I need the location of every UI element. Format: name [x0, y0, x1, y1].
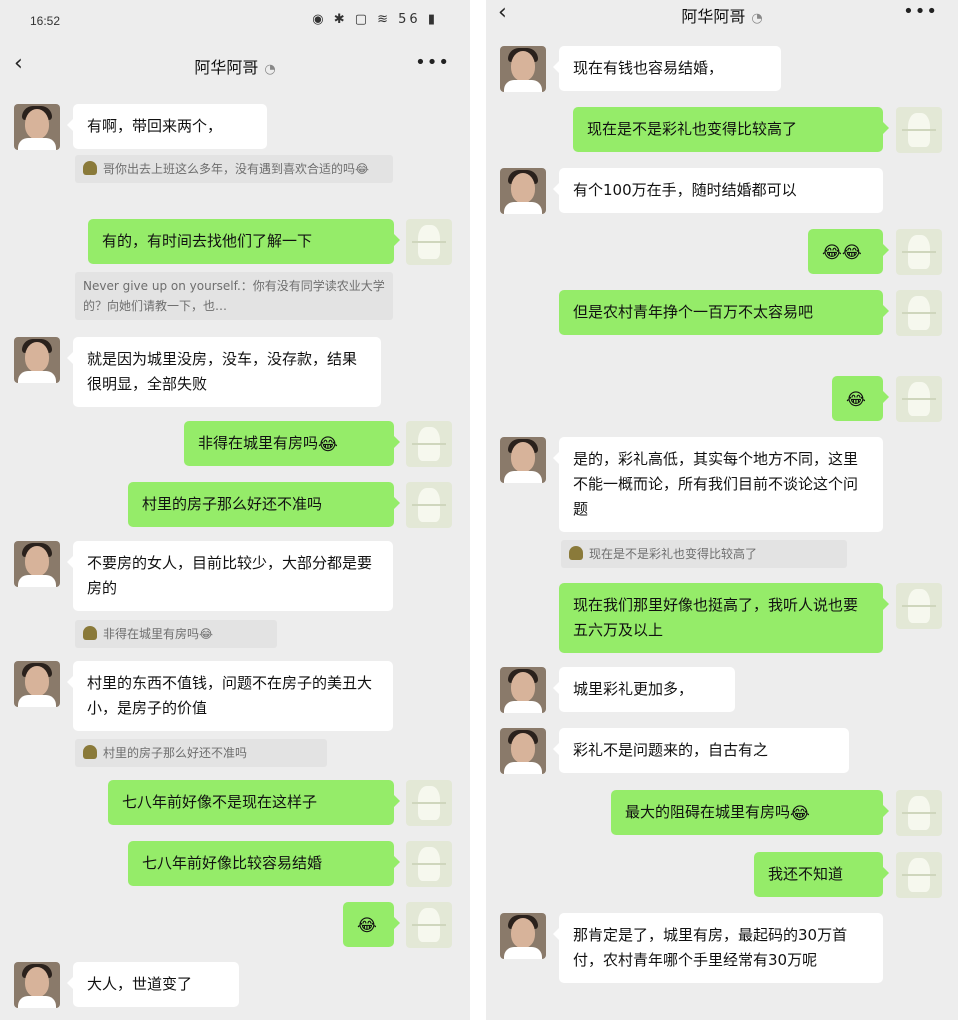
- message-text: 最大的阻碍在城里有房吗: [625, 803, 791, 821]
- message-bubble-sent[interactable]: 七八年前好像比较容易结婚: [128, 841, 400, 886]
- chat-screen-left: 16:52 ◉ ✱ ▢ ≋ 56 ▮ ‹ 阿华阿哥 ◔ ••• 有啊，带回来两个，…: [0, 0, 470, 1020]
- my-avatar[interactable]: [406, 841, 452, 887]
- my-avatar[interactable]: [896, 290, 942, 336]
- message-bubble-received[interactable]: 有啊，带回来两个，: [67, 104, 267, 149]
- my-avatar[interactable]: [896, 790, 942, 836]
- ear-icon: ◔: [264, 62, 276, 77]
- quoted-text: 哥你出去上班这么多年，没有遇到喜欢合适的吗😂: [103, 162, 370, 176]
- laugh-cry-emoji-icon: 😂: [846, 390, 866, 410]
- chat-title-text: 阿华阿哥: [681, 7, 746, 26]
- message-bubble-received[interactable]: 有个100万在手，随时结婚都可以: [553, 168, 883, 213]
- contact-avatar[interactable]: [500, 667, 546, 713]
- my-avatar[interactable]: [896, 107, 942, 153]
- message-bubble-sent[interactable]: 现在是不是彩礼也变得比较高了: [573, 107, 889, 152]
- contact-avatar[interactable]: [500, 168, 546, 214]
- laugh-cry-emoji-icon: 😂: [790, 804, 810, 824]
- status-time: 16:52: [30, 14, 61, 28]
- quoted-reply[interactable]: 哥你出去上班这么多年，没有遇到喜欢合适的吗😂: [75, 155, 393, 183]
- message-bubble-sent[interactable]: 村里的房子那么好还不准吗: [128, 482, 400, 527]
- chat-title: 阿华阿哥 ◔: [486, 3, 958, 27]
- quote-avatar-icon: [83, 745, 97, 759]
- quoted-text: Never give up on yourself.：你有没有同学读农业大学的？…: [83, 279, 385, 313]
- my-avatar[interactable]: [896, 229, 942, 275]
- chat-screen-right: ‹ 阿华阿哥 ◔ ••• 现在有钱也容易结婚， 现在是不是彩礼也变得比较高了 有个…: [486, 0, 958, 1020]
- quoted-reply[interactable]: 现在是不是彩礼也变得比较高了: [561, 540, 847, 568]
- message-bubble-received[interactable]: 彩礼不是问题来的，自古有之: [553, 728, 849, 773]
- more-options-icon[interactable]: •••: [903, 1, 938, 22]
- message-bubble-received[interactable]: 是的，彩礼高低，其实每个地方不同，这里不能一概而论，所有我们目前不谈论这个问题: [553, 437, 883, 532]
- message-bubble-sent[interactable]: 最大的阻碍在城里有房吗😂: [611, 790, 889, 835]
- message-bubble-received[interactable]: 现在有钱也容易结婚，: [553, 46, 781, 91]
- laugh-cry-emoji-icon: 😂: [318, 435, 338, 455]
- my-avatar[interactable]: [406, 780, 452, 826]
- message-bubble-received[interactable]: 不要房的女人，目前比较少，大部分都是要房的: [67, 541, 393, 611]
- my-avatar[interactable]: [896, 376, 942, 422]
- my-avatar[interactable]: [406, 482, 452, 528]
- my-avatar[interactable]: [406, 902, 452, 948]
- message-bubble-received[interactable]: 那肯定是了，城里有房，最起码的30万首付，农村青年哪个手里经常有30万呢: [553, 913, 883, 983]
- message-bubble-sent[interactable]: 😂: [832, 376, 889, 421]
- message-bubble-sent[interactable]: 非得在城里有房吗😂: [184, 421, 400, 466]
- contact-avatar[interactable]: [500, 913, 546, 959]
- status-icons: ◉ ✱ ▢ ≋ 56 ▮: [312, 12, 438, 27]
- contact-avatar[interactable]: [14, 337, 60, 383]
- my-avatar[interactable]: [896, 583, 942, 629]
- contact-avatar[interactable]: [14, 962, 60, 1008]
- contact-avatar[interactable]: [14, 104, 60, 150]
- contact-avatar[interactable]: [14, 661, 60, 707]
- quote-avatar-icon: [83, 626, 97, 640]
- message-text: 非得在城里有房吗: [198, 434, 319, 452]
- message-bubble-sent[interactable]: 但是农村青年挣个一百万不太容易吧: [559, 290, 889, 335]
- message-bubble-sent[interactable]: 😂: [343, 902, 400, 947]
- contact-avatar[interactable]: [500, 46, 546, 92]
- contact-avatar[interactable]: [500, 728, 546, 774]
- laugh-cry-emoji-icon: 😂: [357, 916, 377, 936]
- chat-title: 阿华阿哥 ◔: [0, 54, 470, 78]
- quoted-reply[interactable]: Never give up on yourself.：你有没有同学读农业大学的？…: [75, 272, 393, 320]
- my-avatar[interactable]: [406, 421, 452, 467]
- message-bubble-sent[interactable]: 我还不知道: [754, 852, 889, 897]
- status-bar: 16:52 ◉ ✱ ▢ ≋ 56 ▮: [0, 0, 470, 40]
- contact-avatar[interactable]: [500, 437, 546, 483]
- message-bubble-received[interactable]: 城里彩礼更加多，: [553, 667, 735, 712]
- more-options-icon[interactable]: •••: [415, 52, 450, 73]
- message-bubble-sent[interactable]: 😂😂: [808, 229, 889, 274]
- quoted-text: 村里的房子那么好还不准吗: [103, 746, 248, 760]
- quoted-reply[interactable]: 村里的房子那么好还不准吗: [75, 739, 327, 767]
- message-bubble-sent[interactable]: 有的，有时间去找他们了解一下: [88, 219, 400, 264]
- message-bubble-received[interactable]: 就是因为城里没房，没车，没存款，结果很明显，全部失败: [67, 337, 381, 407]
- quote-avatar-icon: [569, 546, 583, 560]
- message-bubble-sent[interactable]: 现在我们那里好像也挺高了，我听人说也要五六万及以上: [559, 583, 889, 653]
- message-bubble-received[interactable]: 大人，世道变了: [67, 962, 239, 1007]
- contact-avatar[interactable]: [14, 541, 60, 587]
- chat-header: ‹ 阿华阿哥 ◔ •••: [0, 40, 470, 88]
- my-avatar[interactable]: [896, 852, 942, 898]
- laugh-cry-emoji-icon: 😂😂: [822, 243, 862, 263]
- message-bubble-sent[interactable]: 七八年前好像不是现在这样子: [108, 780, 400, 825]
- quote-avatar-icon: [83, 161, 97, 175]
- message-bubble-received[interactable]: 村里的东西不值钱，问题不在房子的美丑大小，是房子的价值: [67, 661, 393, 731]
- quoted-reply[interactable]: 非得在城里有房吗😂: [75, 620, 277, 648]
- my-avatar[interactable]: [406, 219, 452, 265]
- quoted-text: 现在是不是彩礼也变得比较高了: [589, 547, 758, 561]
- chat-header: ‹ 阿华阿哥 ◔ •••: [486, 0, 958, 30]
- quoted-text: 非得在城里有房吗😂: [103, 627, 214, 641]
- ear-icon: ◔: [751, 11, 763, 26]
- chat-title-text: 阿华阿哥: [194, 58, 259, 77]
